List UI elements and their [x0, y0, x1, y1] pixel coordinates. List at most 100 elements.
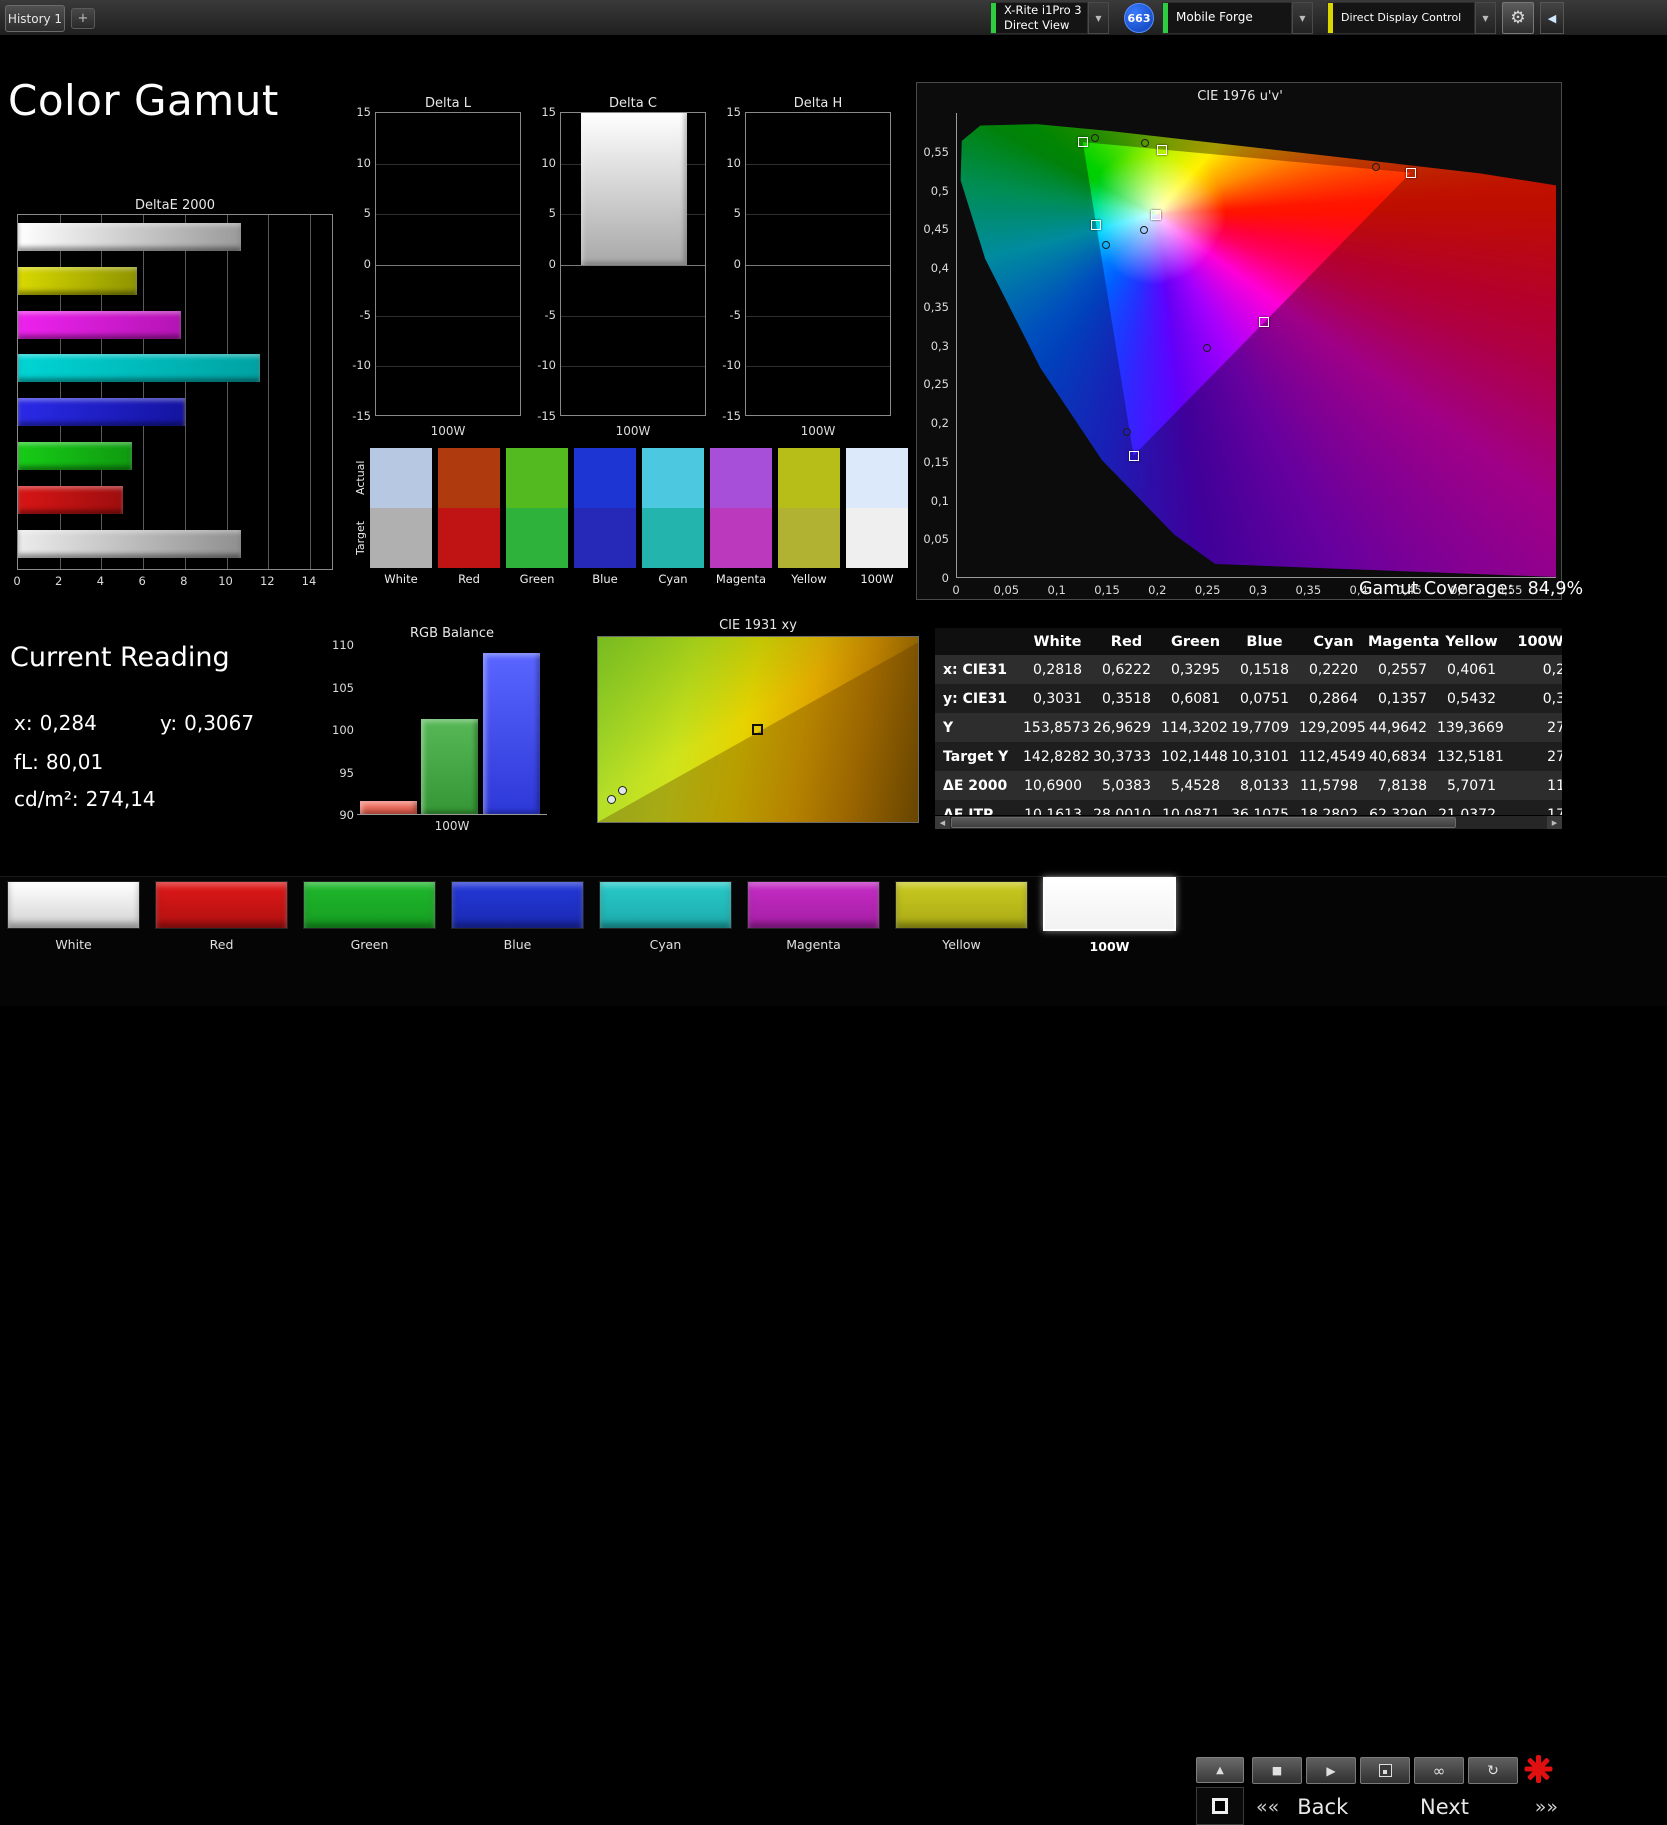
- table-cell: 0,1357: [1368, 691, 1437, 707]
- display-control-dropdown-chevron-icon[interactable]: ▼: [1475, 2, 1496, 34]
- settings-button[interactable]: ⚙: [1502, 2, 1534, 34]
- chart-title: Delta C: [560, 96, 706, 111]
- x-axis-label: 100W: [357, 819, 547, 833]
- target-swatch: [370, 508, 432, 568]
- swatch-label: Cyan: [638, 572, 708, 586]
- x-tick-label: 10: [212, 574, 240, 588]
- zero-line: [561, 265, 705, 266]
- gridline: [143, 215, 144, 569]
- swatch-label: Magenta: [706, 572, 776, 586]
- target-swatch: [574, 508, 636, 568]
- table-cell: 0,0751: [1230, 691, 1299, 707]
- y-tick-label: 0,4: [919, 261, 949, 275]
- meter-selector[interactable]: X-Rite i1Pro 3 Direct View: [990, 2, 1088, 34]
- gridline: [185, 215, 186, 569]
- patch-button-yellow[interactable]: Yellow: [895, 881, 1028, 953]
- y-tick-label: 15: [341, 105, 371, 119]
- collapse-panel-button[interactable]: ◀: [1540, 2, 1564, 34]
- y-tick-label: 0,05: [919, 532, 949, 546]
- target-swatch: [710, 508, 772, 568]
- expand-up-button[interactable]: ▲: [1196, 1757, 1244, 1783]
- patch-button-red[interactable]: Red: [155, 881, 288, 953]
- scroll-left-icon[interactable]: ◀: [935, 816, 950, 829]
- y-tick-label: 5: [526, 206, 556, 220]
- meter-dropdown-chevron-icon[interactable]: ▼: [1088, 2, 1109, 34]
- loop-button[interactable]: ∞: [1414, 1757, 1464, 1784]
- target-swatch: [846, 508, 908, 568]
- stop-pattern-button[interactable]: [1196, 1787, 1244, 1825]
- target-marker-yellow: [1157, 145, 1167, 155]
- swatch-column-cyan: Cyan: [642, 448, 704, 593]
- chart-plot-area: [597, 636, 919, 823]
- y-tick-label: 5: [341, 206, 371, 220]
- swatch-column-green: Green: [506, 448, 568, 593]
- actual-swatch: [506, 448, 568, 508]
- patch-button-blue[interactable]: Blue: [451, 881, 584, 953]
- back-button[interactable]: «« Back: [1256, 1789, 1406, 1825]
- table-cell: 0,3031: [1023, 691, 1092, 707]
- patch-button-magenta[interactable]: Magenta: [747, 881, 880, 953]
- patch-button-green[interactable]: Green: [303, 881, 436, 953]
- scrollbar-thumb[interactable]: [951, 817, 1456, 828]
- y-tick-label: 10: [526, 156, 556, 170]
- alert-asterisk-icon[interactable]: [1522, 1753, 1554, 1785]
- x-tick-label: 2: [45, 574, 73, 588]
- measured-marker-yellow: [1141, 139, 1149, 147]
- actual-swatch: [642, 448, 704, 508]
- y-tick-label: 0: [526, 257, 556, 271]
- x-tick-label: 8: [170, 574, 198, 588]
- table-cell: 0,5432: [1437, 691, 1506, 707]
- patch-button-cyan[interactable]: Cyan: [599, 881, 732, 953]
- patch-label: Magenta: [747, 937, 880, 952]
- cie1931-chart: CIE 1931 xy: [597, 618, 919, 824]
- gridline: [746, 164, 890, 165]
- table-scrollbar[interactable]: ◀ ▶: [935, 815, 1562, 829]
- display-control-selector[interactable]: Direct Display Control: [1327, 2, 1475, 34]
- add-tab-button[interactable]: +: [71, 8, 95, 29]
- table-cell: 0,4061: [1437, 662, 1506, 678]
- swatch-column-white: White: [370, 448, 432, 593]
- table-cell: 0,3: [1506, 691, 1562, 707]
- infinity-loop-icon: ∞: [1433, 1762, 1446, 1780]
- x-axis-label: 100W: [745, 424, 891, 438]
- table-cell: 0,2557: [1368, 662, 1437, 678]
- patch-color-swatch: [895, 881, 1028, 929]
- scroll-right-icon[interactable]: ▶: [1547, 816, 1562, 829]
- patch-button-white[interactable]: White: [7, 881, 140, 953]
- table-cell: 0,3518: [1092, 691, 1161, 707]
- patch-button-100w[interactable]: 100W: [1043, 877, 1176, 949]
- save-button[interactable]: [1360, 1757, 1410, 1784]
- table-cell: 0,2: [1506, 662, 1562, 678]
- target-marker-blue: [1129, 451, 1139, 461]
- actual-swatch: [710, 448, 772, 508]
- y-tick-label: 5: [711, 206, 741, 220]
- refresh-button[interactable]: ↻: [1468, 1757, 1518, 1784]
- y-tick-label: 90: [324, 808, 354, 822]
- stop-button[interactable]: ■: [1252, 1757, 1302, 1784]
- y-tick-label: 0,55: [919, 145, 949, 159]
- table-column-header-white: White: [1023, 634, 1092, 650]
- y-tick-label: 10: [341, 156, 371, 170]
- deltae-bar-white: [18, 223, 241, 251]
- table-cell: 129,2095: [1299, 720, 1368, 736]
- row-label: Target Y: [935, 749, 1023, 765]
- swatch-label: Yellow: [774, 572, 844, 586]
- source-dropdown-chevron-icon[interactable]: ▼: [1292, 2, 1313, 34]
- deltae-bar-blue: [18, 398, 185, 426]
- gridline: [376, 366, 520, 367]
- meter-count-badge[interactable]: 663: [1124, 3, 1154, 33]
- delta-bar: [581, 113, 687, 265]
- patch-label: Yellow: [895, 937, 1028, 952]
- table-cell: 5,7071: [1437, 778, 1506, 794]
- bottom-control-bar: WhiteRedGreenBlueCyanMagentaYellow100W ▲…: [0, 876, 1667, 1006]
- y-tick-label: -10: [341, 358, 371, 372]
- patch-color-swatch: [7, 881, 140, 929]
- chevrons-left-icon: ««: [1256, 1796, 1279, 1818]
- x-tick-label: 0,45: [1395, 583, 1423, 597]
- source-selector[interactable]: Mobile Forge: [1162, 2, 1292, 34]
- next-button[interactable]: Next »»: [1420, 1789, 1558, 1825]
- history-tab[interactable]: History 1: [5, 5, 65, 32]
- measurement-table: WhiteRedGreenBlueCyanMagentaYellow100W x…: [935, 628, 1562, 829]
- play-button[interactable]: ▶: [1306, 1757, 1356, 1784]
- gridline: [746, 366, 890, 367]
